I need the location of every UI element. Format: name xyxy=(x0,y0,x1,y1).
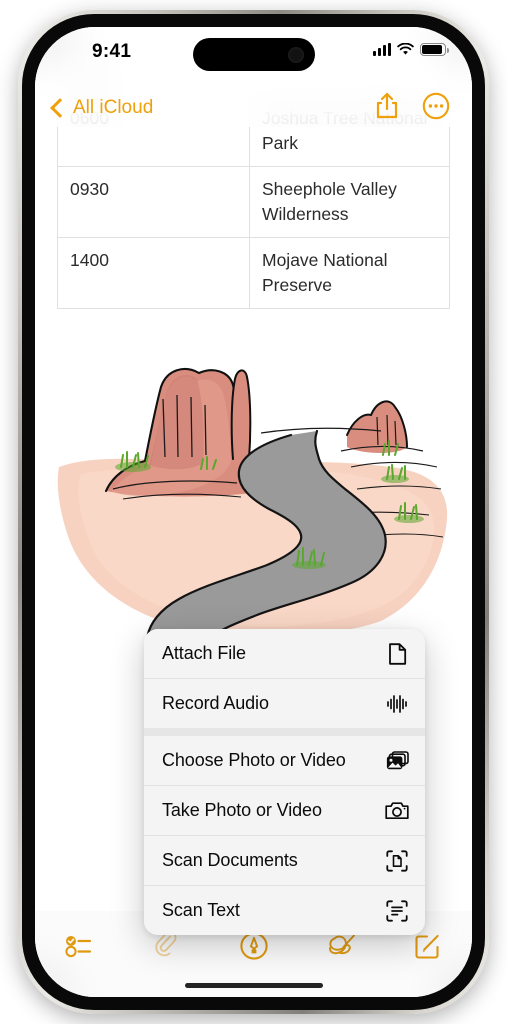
menu-item-label: Record Audio xyxy=(162,693,269,713)
camera-icon xyxy=(385,799,409,823)
navigation-row: All iCloud xyxy=(35,89,472,127)
checklist-button[interactable] xyxy=(35,925,122,967)
phone-bezel: Time 0600 Joshua Tree National Park 0930… xyxy=(22,14,485,1010)
paperclip-icon xyxy=(155,932,177,957)
menu-item-record-audio[interactable]: Record Audio xyxy=(144,678,425,728)
table-cell-time: 1400 xyxy=(57,237,250,309)
share-button[interactable] xyxy=(374,92,400,125)
scan-text-icon xyxy=(385,899,409,923)
phone-frame: Time 0600 Joshua Tree National Park 0930… xyxy=(18,10,489,1014)
menu-item-label: Scan Documents xyxy=(162,850,298,870)
table-cell-place: Mojave National Preserve xyxy=(249,237,450,309)
note-sketch-attachment[interactable] xyxy=(35,339,472,644)
menu-item-scan-text[interactable]: Scan Text xyxy=(144,885,425,935)
apple-intelligence-icon xyxy=(328,934,355,955)
more-options-button[interactable] xyxy=(422,92,450,125)
menu-item-label: Scan Text xyxy=(162,900,240,920)
menu-group-separator xyxy=(144,728,425,736)
scan-document-icon xyxy=(385,849,409,873)
menu-item-label: Choose Photo or Video xyxy=(162,750,346,770)
ellipsis-circle-icon xyxy=(422,92,450,119)
back-button-label: All iCloud xyxy=(73,97,154,118)
table-cell-time: 0930 xyxy=(57,166,250,238)
markup-pen-icon xyxy=(239,932,268,960)
table-row: 1400 Mojave National Preserve xyxy=(57,237,450,309)
table-row: 0930 Sheephole Valley Wilderness xyxy=(57,166,450,238)
photo-stack-icon xyxy=(385,749,409,773)
document-icon xyxy=(385,642,409,666)
compose-icon xyxy=(415,934,439,959)
note-body: Time 0600 Joshua Tree National Park 0930… xyxy=(35,49,472,644)
waveform-icon xyxy=(385,692,409,716)
home-indicator[interactable] xyxy=(184,983,323,988)
phone-screen: Time 0600 Joshua Tree National Park 0930… xyxy=(35,27,472,997)
menu-group-media: Choose Photo or Video Take Photo or Vide… xyxy=(144,736,425,935)
back-button-all-icloud[interactable]: All iCloud xyxy=(50,97,154,119)
menu-item-take-photo-or-video[interactable]: Take Photo or Video xyxy=(144,785,425,835)
menu-item-attach-file[interactable]: Attach File xyxy=(144,629,425,678)
menu-item-scan-documents[interactable]: Scan Documents xyxy=(144,835,425,885)
attachment-context-menu: Attach File Record Audio Choose Photo or… xyxy=(144,629,425,935)
menu-group-files: Attach File Record Audio xyxy=(144,629,425,728)
menu-item-label: Take Photo or Video xyxy=(162,800,322,820)
checklist-icon xyxy=(65,936,91,958)
navigation-bar: All iCloud xyxy=(35,27,472,127)
menu-item-label: Attach File xyxy=(162,643,246,663)
table-cell-place: Sheephole Valley Wilderness xyxy=(249,166,450,238)
menu-item-choose-photo-or-video[interactable]: Choose Photo or Video xyxy=(144,736,425,785)
share-icon xyxy=(376,92,398,118)
chevron-left-icon xyxy=(50,98,70,118)
desert-landscape-sketch xyxy=(57,368,448,641)
